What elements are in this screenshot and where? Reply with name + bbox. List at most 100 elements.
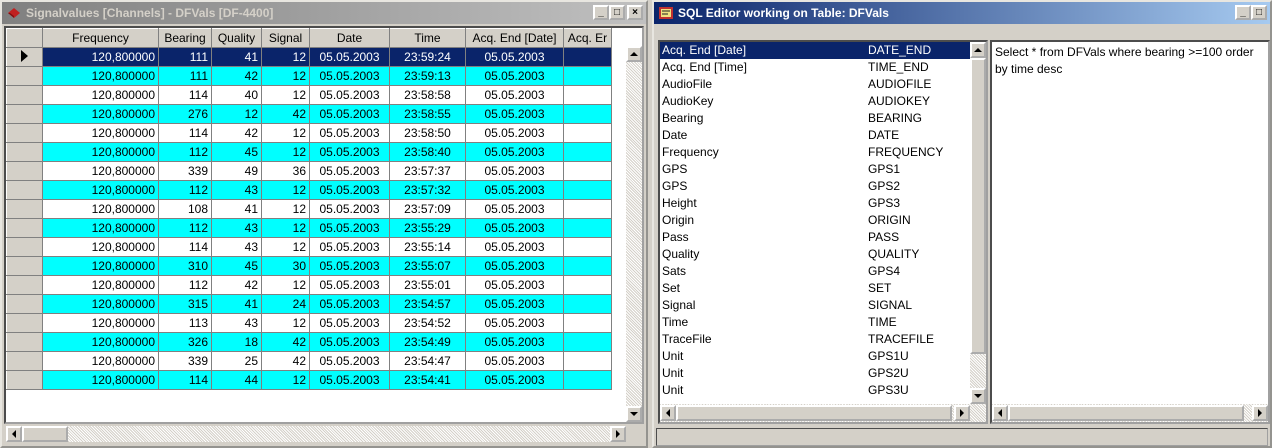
row-indicator[interactable] xyxy=(6,218,43,238)
cell-quality[interactable]: 43 xyxy=(211,237,262,257)
cell-time[interactable]: 23:55:14 xyxy=(389,237,466,257)
cell-time[interactable]: 23:58:58 xyxy=(389,85,466,105)
column-header-acq-end-date[interactable]: Acq. End [Date] xyxy=(465,28,564,48)
minimize-button[interactable]: _ xyxy=(593,5,609,20)
row-indicator[interactable] xyxy=(6,161,43,181)
cell-time[interactable]: 23:58:50 xyxy=(389,123,466,143)
cell-acq-end[interactable]: 05.05.2003 xyxy=(465,351,564,371)
cell-time[interactable]: 23:57:32 xyxy=(389,180,466,200)
cell-acq-end[interactable]: 05.05.2003 xyxy=(465,199,564,219)
scroll-left-button[interactable] xyxy=(660,405,676,421)
cell-frequency[interactable]: 120,800000 xyxy=(42,256,159,276)
horizontal-scroll-thumb[interactable] xyxy=(1008,405,1244,421)
cell-date[interactable]: 05.05.2003 xyxy=(309,275,390,295)
column-header-bearing[interactable]: Bearing xyxy=(158,28,212,48)
column-header-frequency[interactable]: Frequency xyxy=(42,28,159,48)
table-row[interactable]: 120,800000 310 45 30 05.05.2003 23:55:07 05.05… xyxy=(6,256,612,276)
cell-frequency[interactable]: 120,800000 xyxy=(42,294,159,314)
table-row[interactable]: 120,800000 112 45 12 05.05.2003 23:58:40 05.05… xyxy=(6,142,612,162)
cell-quality[interactable]: 25 xyxy=(211,351,262,371)
cell-frequency[interactable]: 120,800000 xyxy=(42,161,159,181)
cell-frequency[interactable]: 120,800000 xyxy=(42,47,159,67)
cell-frequency[interactable]: 120,800000 xyxy=(42,142,159,162)
cell-date[interactable]: 05.05.2003 xyxy=(309,66,390,86)
cell-date[interactable]: 05.05.2003 xyxy=(309,294,390,314)
cell-bearing[interactable]: 114 xyxy=(158,237,212,257)
sql-horizontal-scrollbar[interactable] xyxy=(992,404,1268,422)
cell-quality[interactable]: 43 xyxy=(211,313,262,333)
row-indicator[interactable] xyxy=(6,180,43,200)
field-list-item[interactable]: GPS GPS2 xyxy=(660,178,986,195)
horizontal-scroll-thumb[interactable] xyxy=(22,426,68,442)
cell-signal[interactable]: 12 xyxy=(261,275,310,295)
cell-signal[interactable]: 12 xyxy=(261,199,310,219)
cell-bearing[interactable]: 326 xyxy=(158,332,212,352)
cell-acq-end-time[interactable] xyxy=(563,370,612,390)
cell-date[interactable]: 05.05.2003 xyxy=(309,313,390,333)
row-indicator[interactable] xyxy=(6,370,43,390)
cell-acq-end-time[interactable] xyxy=(563,104,612,124)
field-list-item[interactable]: Date DATE xyxy=(660,127,986,144)
cell-bearing[interactable]: 108 xyxy=(158,199,212,219)
cell-frequency[interactable]: 120,800000 xyxy=(42,313,159,333)
scroll-up-button[interactable] xyxy=(970,42,986,58)
cell-acq-end[interactable]: 05.05.2003 xyxy=(465,104,564,124)
maximize-button[interactable]: □ xyxy=(1251,5,1267,20)
cell-signal[interactable]: 12 xyxy=(261,85,310,105)
cell-signal[interactable]: 12 xyxy=(261,218,310,238)
cell-quality[interactable]: 41 xyxy=(211,294,262,314)
cell-quality[interactable]: 40 xyxy=(211,85,262,105)
scroll-left-button[interactable] xyxy=(6,426,22,442)
cell-frequency[interactable]: 120,800000 xyxy=(42,85,159,105)
cell-acq-end-time[interactable] xyxy=(563,332,612,352)
cell-acq-end-time[interactable] xyxy=(563,351,612,371)
sql-text-editor[interactable]: Select * from DFVals where bearing >=100… xyxy=(990,40,1270,424)
cell-signal[interactable]: 12 xyxy=(261,237,310,257)
cell-time[interactable]: 23:55:07 xyxy=(389,256,466,276)
cell-acq-end[interactable]: 05.05.2003 xyxy=(465,275,564,295)
cell-date[interactable]: 05.05.2003 xyxy=(309,199,390,219)
field-list-item[interactable]: GPS GPS1 xyxy=(660,161,986,178)
cell-time[interactable]: 23:54:49 xyxy=(389,332,466,352)
scroll-down-button[interactable] xyxy=(626,406,642,422)
cell-bearing[interactable]: 114 xyxy=(158,85,212,105)
cell-acq-end[interactable]: 05.05.2003 xyxy=(465,313,564,333)
cell-quality[interactable]: 49 xyxy=(211,161,262,181)
field-list-item[interactable]: Signal SIGNAL xyxy=(660,297,986,314)
field-list-item[interactable]: AudioKey AUDIOKEY xyxy=(660,93,986,110)
table-row[interactable]: 120,800000 326 18 42 05.05.2003 23:54:49 05.05… xyxy=(6,332,612,352)
cell-quality[interactable]: 42 xyxy=(211,66,262,86)
field-list-item[interactable]: Height GPS3 xyxy=(660,195,986,212)
grid-vertical-scrollbar[interactable] xyxy=(626,46,642,422)
cell-acq-end[interactable]: 05.05.2003 xyxy=(465,123,564,143)
row-indicator[interactable] xyxy=(6,199,43,219)
field-list-item[interactable]: Set SET xyxy=(660,280,986,297)
sql-editor-titlebar[interactable]: SQL Editor working on Table: DFVals _ □ xyxy=(654,2,1270,24)
field-list-item[interactable]: Unit GPS1U xyxy=(660,348,986,365)
field-list-item[interactable]: Quality QUALITY xyxy=(660,246,986,263)
row-indicator[interactable] xyxy=(6,104,43,124)
grid-horizontal-scrollbar[interactable] xyxy=(6,426,626,442)
cell-acq-end[interactable]: 05.05.2003 xyxy=(465,66,564,86)
cell-bearing[interactable]: 310 xyxy=(158,256,212,276)
row-indicator[interactable] xyxy=(6,275,43,295)
field-list-item[interactable]: Origin ORIGIN xyxy=(660,212,986,229)
table-row[interactable]: 120,800000 339 49 36 05.05.2003 23:57:37 05.05… xyxy=(6,161,612,181)
cell-time[interactable]: 23:57:09 xyxy=(389,199,466,219)
table-row[interactable]: 120,800000 113 43 12 05.05.2003 23:54:52 05.05… xyxy=(6,313,612,333)
cell-acq-end-time[interactable] xyxy=(563,142,612,162)
row-indicator[interactable] xyxy=(6,85,43,105)
field-list-item[interactable]: Time TIME xyxy=(660,314,986,331)
cell-date[interactable]: 05.05.2003 xyxy=(309,218,390,238)
row-indicator[interactable] xyxy=(6,256,43,276)
table-row[interactable]: 120,800000 315 41 24 05.05.2003 23:54:57 05.05… xyxy=(6,294,612,314)
table-row[interactable]: 120,800000 339 25 42 05.05.2003 23:54:47 05.05… xyxy=(6,351,612,371)
cell-date[interactable]: 05.05.2003 xyxy=(309,256,390,276)
cell-signal[interactable]: 24 xyxy=(261,294,310,314)
table-row[interactable]: 120,800000 112 43 12 05.05.2003 23:57:32 05.05… xyxy=(6,180,612,200)
cell-time[interactable]: 23:55:01 xyxy=(389,275,466,295)
cell-quality[interactable]: 41 xyxy=(211,47,262,67)
vertical-scroll-thumb[interactable] xyxy=(970,58,986,354)
cell-acq-end-time[interactable] xyxy=(563,256,612,276)
cell-date[interactable]: 05.05.2003 xyxy=(309,142,390,162)
